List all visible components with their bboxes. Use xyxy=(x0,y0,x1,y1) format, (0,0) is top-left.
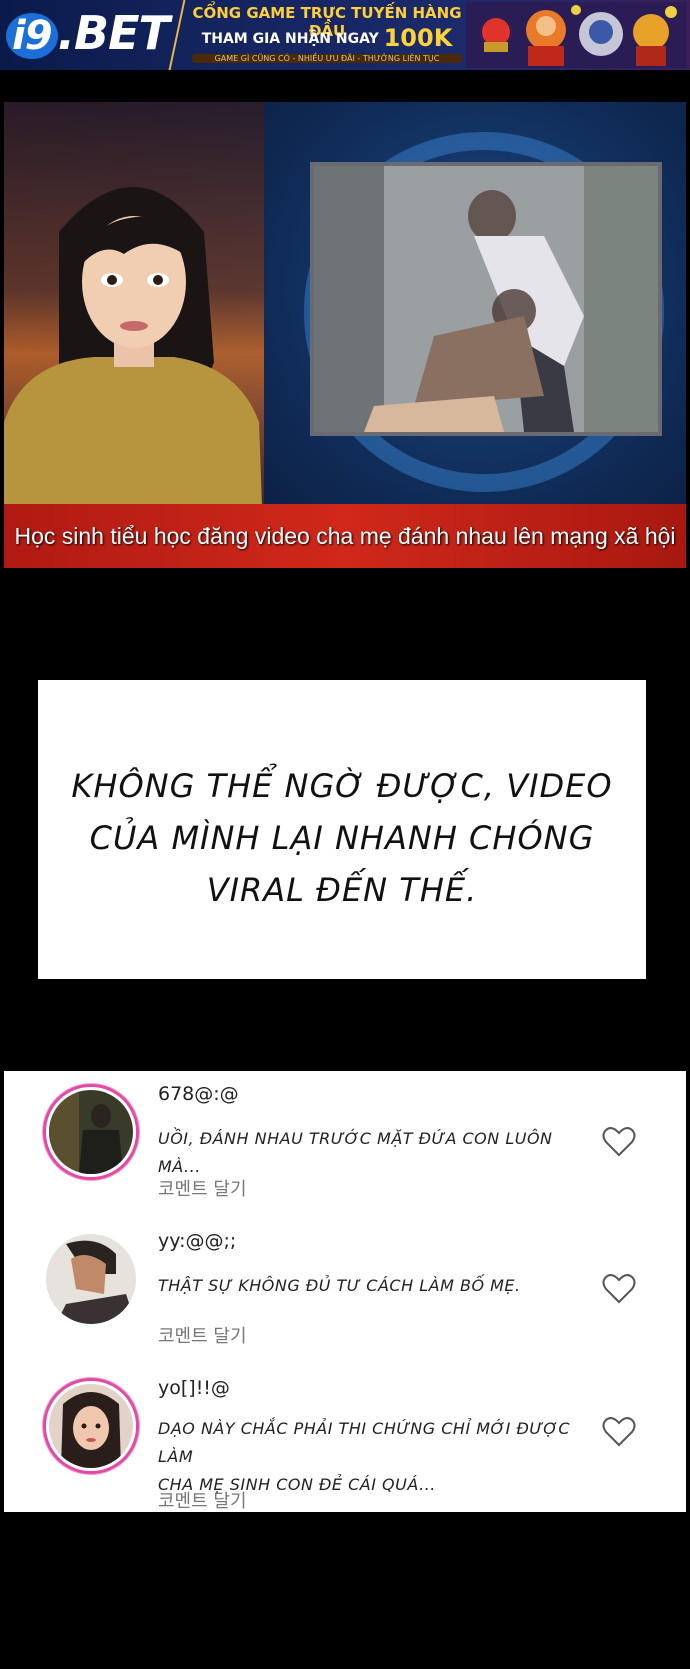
avatar-image xyxy=(49,1384,133,1468)
ad-tagline: GAME GÌ CŨNG CÓ - NHIỀU ƯU ĐÃI - THƯỞNG … xyxy=(192,54,462,63)
news-inset-video xyxy=(310,162,662,436)
reply-button[interactable]: 코멘트 달기 xyxy=(158,1175,247,1201)
comment-line: DẠO NÀY CHẮC PHẢI THI CHỨNG CHỈ MỚI ĐƯỢC… xyxy=(158,1419,571,1466)
avatar-image xyxy=(49,1090,133,1174)
ad-logo-text: .BET xyxy=(57,6,170,60)
comment-text: UỒI, ĐÁNH NHAU TRƯỚC MẶT ĐỨA CON LUÔN MÀ… xyxy=(158,1125,578,1181)
heart-outline-icon[interactable] xyxy=(602,1125,636,1157)
reply-button[interactable]: 코멘트 달기 xyxy=(158,1487,247,1513)
avatar-image xyxy=(46,1234,136,1324)
ad-offer-amount: 100K xyxy=(383,24,453,52)
news-inset-scene xyxy=(314,166,658,432)
ad-offer-prefix: THAM GIA NHẬN NGAY xyxy=(201,31,379,47)
comment-item: yo[]!!@ DẠO NÀY CHẮC PHẢI THI CHỨNG CHỈ … xyxy=(4,1375,686,1515)
comment-list: 678@:@ UỒI, ĐÁNH NHAU TRƯỚC MẶT ĐỨA CON … xyxy=(4,1071,686,1512)
narration-line: CỦA MÌNH LẠI NHANH CHÓNG xyxy=(89,819,595,857)
comment-item: yy:@@;; THẬT SỰ KHÔNG ĐỦ TƯ CÁCH LÀM BỐ … xyxy=(4,1228,686,1368)
heart-outline-icon[interactable] xyxy=(602,1415,636,1447)
comment-username[interactable]: yo[]!!@ xyxy=(158,1377,230,1399)
avatar[interactable] xyxy=(46,1234,136,1324)
ad-banner[interactable]: i9 .BET CỔNG GAME TRỰC TUYẾN HÀNG ĐẦU THA… xyxy=(0,0,690,70)
narration-line: VIRAL ĐẾN THẾ. xyxy=(206,871,478,909)
ad-divider xyxy=(168,0,186,70)
reply-button[interactable]: 코멘트 달기 xyxy=(158,1322,247,1348)
comment-username[interactable]: 678@:@ xyxy=(158,1083,239,1105)
avatar[interactable] xyxy=(46,1087,136,1177)
narration-box: KHÔNG THỂ NGỜ ĐƯỢC, VIDEO CỦA MÌNH LẠI N… xyxy=(38,680,646,979)
narration-text: KHÔNG THỂ NGỜ ĐƯỢC, VIDEO CỦA MÌNH LẠI N… xyxy=(38,760,646,916)
comment-text: THẬT SỰ KHÔNG ĐỦ TƯ CÁCH LÀM BỐ MẸ. xyxy=(158,1272,578,1300)
avatar[interactable] xyxy=(46,1381,136,1471)
comment-line: THẬT SỰ KHÔNG ĐỦ TƯ CÁCH LÀM BỐ MẸ. xyxy=(158,1276,521,1295)
narration-line: KHÔNG THỂ NGỜ ĐƯỢC, VIDEO xyxy=(71,767,613,805)
comment-line: UỒI, ĐÁNH NHAU TRƯỚC MẶT ĐỨA CON LUÔN MÀ… xyxy=(158,1129,553,1176)
heart-outline-icon[interactable] xyxy=(602,1272,636,1304)
ad-game-art xyxy=(466,2,686,68)
comment-username[interactable]: yy:@@;; xyxy=(158,1230,236,1252)
news-caption: Học sinh tiểu học đăng video cha mẹ đánh… xyxy=(14,523,676,549)
ad-logo: i9 .BET xyxy=(6,6,170,60)
news-anchor-illustration xyxy=(4,187,264,562)
comment-item: 678@:@ UỒI, ĐÁNH NHAU TRƯỚC MẶT ĐỨA CON … xyxy=(4,1081,686,1221)
ad-offer: THAM GIA NHẬN NGAY 100K xyxy=(192,24,462,52)
ad-logo-prefix: i9 xyxy=(6,13,58,59)
news-panel: Học sinh tiểu học đăng video cha mẹ đánh… xyxy=(4,102,686,568)
